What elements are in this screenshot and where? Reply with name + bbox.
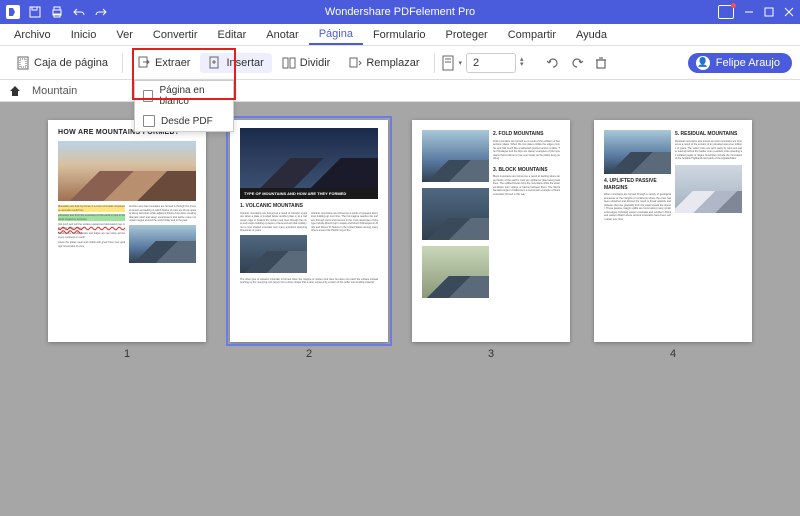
split-button[interactable]: Dividir	[274, 53, 339, 73]
thumb-2[interactable]: TYPE OF MOUNTAINS AND HOW ARE THEY FORME…	[230, 120, 388, 342]
separator	[122, 53, 123, 73]
thumb-2-caption: TYPE OF MOUNTAINS AND HOW ARE THEY FORME…	[240, 188, 378, 199]
thumb-2-h2: 1. VOLCANIC MOUNTAINS	[240, 203, 378, 210]
app-logo-icon	[6, 5, 20, 19]
thumb-4-wrap: 4. UPLIFTED PASSIVE MARGINS When mountai…	[594, 120, 752, 360]
undo-icon[interactable]	[72, 5, 86, 19]
home-icon[interactable]	[8, 84, 22, 98]
thumb-4-img1	[604, 130, 671, 174]
insert-blank-item[interactable]: Página en blanco	[135, 81, 233, 111]
extract-label: Extraer	[155, 57, 190, 69]
insert-label: Insertar	[226, 57, 263, 69]
thumb-3-img1	[422, 130, 489, 182]
toolbar: Caja de página Extraer Insertar Dividir …	[0, 46, 800, 80]
menu-formulario[interactable]: Formulario	[363, 24, 436, 45]
thumb-4-h2a: 4. UPLIFTED PASSIVE MARGINS	[604, 178, 671, 191]
menu-archivo[interactable]: Archivo	[4, 24, 61, 45]
thumb-1-hero	[58, 141, 196, 201]
rotate-cw-button[interactable]	[566, 52, 588, 74]
menu-proteger[interactable]: Proteger	[436, 24, 498, 45]
delete-button[interactable]	[590, 52, 612, 74]
menu-ver[interactable]: Ver	[106, 24, 143, 45]
menu-ayuda[interactable]: Ayuda	[566, 24, 617, 45]
thumb-3-img2	[422, 188, 489, 240]
extract-button[interactable]: Extraer	[129, 53, 198, 73]
quick-access-toolbar	[6, 5, 108, 19]
thumb-3-label: 3	[488, 348, 494, 360]
minimize-icon[interactable]	[744, 7, 754, 17]
thumb-3-wrap: 2. FOLD MOUNTAINS Fold mountains are for…	[412, 120, 570, 360]
replace-icon	[348, 56, 362, 70]
thumb-3-h2a: 2. FOLD MOUNTAINS	[493, 131, 560, 138]
thumb-3[interactable]: 2. FOLD MOUNTAINS Fold mountains are for…	[412, 120, 570, 342]
app-title: Wondershare PDFelement Pro	[325, 6, 475, 18]
menu-pagina[interactable]: Página	[309, 24, 363, 45]
user-pill[interactable]: 👤 Felipe Araujo	[688, 53, 792, 73]
insert-frompdf-label: Desde PDF	[161, 116, 213, 127]
split-icon	[282, 56, 296, 70]
thumb-2-label: 2	[306, 348, 312, 360]
pagebox-icon	[16, 56, 30, 70]
thumb-4-label: 4	[670, 348, 676, 360]
thumb-1[interactable]: HOW ARE MOUNTAINS FORMED? Mountains are …	[48, 120, 206, 342]
thumb-1-wrap: HOW ARE MOUNTAINS FORMED? Mountains are …	[48, 120, 206, 360]
thumb-4-img2	[675, 165, 742, 213]
menubar: Archivo Inicio Ver Convertir Editar Anot…	[0, 24, 800, 46]
thumb-2-img2	[240, 235, 307, 273]
thumb-2-wrap: TYPE OF MOUNTAINS AND HOW ARE THEY FORME…	[230, 120, 388, 360]
insert-button[interactable]: Insertar	[200, 53, 271, 73]
maximize-icon[interactable]	[764, 7, 774, 17]
menu-convertir[interactable]: Convertir	[143, 24, 208, 45]
insert-frompdf-item[interactable]: Desde PDF	[135, 111, 233, 131]
tabbar: Mountain	[0, 80, 800, 102]
redo-icon[interactable]	[94, 5, 108, 19]
insert-blank-label: Página en blanco	[159, 85, 225, 107]
close-icon[interactable]	[784, 7, 794, 17]
thumb-1-label: 1	[124, 348, 130, 360]
page-icon	[441, 55, 455, 71]
titlebar: Wondershare PDFelement Pro	[0, 0, 800, 24]
thumb-4-h2b: 5. RESIDUAL MOUNTAINS	[675, 131, 742, 138]
menu-inicio[interactable]: Inicio	[61, 24, 107, 45]
pagebox-button[interactable]: Caja de página	[8, 53, 116, 73]
page-dropdown-icon[interactable]: ▾	[459, 59, 463, 67]
print-icon[interactable]	[50, 5, 64, 19]
page-spin-icon[interactable]: ▴▾	[520, 58, 524, 68]
thumb-3-img3	[422, 246, 489, 298]
menu-anotar[interactable]: Anotar	[256, 24, 308, 45]
page-number-field[interactable]: 2	[466, 53, 516, 73]
split-label: Dividir	[300, 57, 331, 69]
from-pdf-icon	[143, 115, 155, 127]
insert-dropdown: Página en blanco Desde PDF	[134, 80, 234, 132]
replace-label: Remplazar	[366, 57, 419, 69]
notification-icon[interactable]	[718, 5, 734, 19]
avatar-icon: 👤	[696, 56, 710, 70]
thumb-2-hero	[240, 128, 378, 188]
menu-compartir[interactable]: Compartir	[498, 24, 566, 45]
extract-icon	[137, 56, 151, 70]
user-name: Felipe Araujo	[716, 57, 780, 69]
window-controls	[718, 5, 794, 19]
blank-page-icon	[143, 90, 153, 102]
page-selector: ▾ 2 ▴▾	[441, 53, 524, 73]
menu-editar[interactable]: Editar	[208, 24, 257, 45]
rotate-ccw-button[interactable]	[542, 52, 564, 74]
thumb-4[interactable]: 4. UPLIFTED PASSIVE MARGINS When mountai…	[594, 120, 752, 342]
pagebox-label: Caja de página	[34, 57, 108, 69]
save-icon[interactable]	[28, 5, 42, 19]
insert-icon	[208, 56, 222, 70]
separator	[434, 53, 435, 73]
thumb-1-img2	[129, 225, 196, 263]
replace-button[interactable]: Remplazar	[340, 53, 427, 73]
thumb-3-h2b: 3. BLOCK MOUNTAINS	[493, 167, 560, 174]
doc-tab[interactable]: Mountain	[32, 85, 77, 97]
workspace: HOW ARE MOUNTAINS FORMED? Mountains are …	[0, 102, 800, 516]
